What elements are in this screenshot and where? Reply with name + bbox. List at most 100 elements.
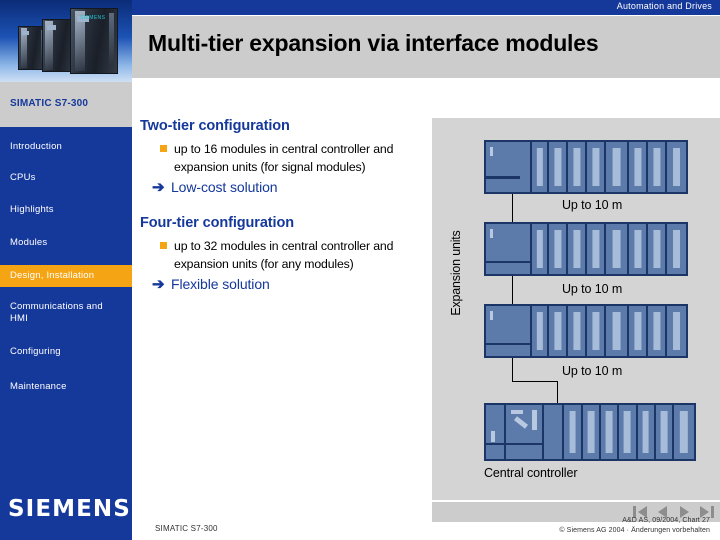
signal-module [648,306,667,356]
module-divider [486,176,521,179]
sidebar-item-communications-and-hmi[interactable]: Communications and HMI [0,301,112,325]
signal-module [587,224,606,274]
rack-central-controller [484,403,696,461]
arrow-right-icon: ➔ [152,179,165,196]
conclusion-text: Flexible solution [171,276,270,292]
conclusion-text: Low-cost solution [171,179,278,195]
signal-module [564,405,583,459]
plc-image-1: SIEMENS [70,8,118,74]
signal-module [532,142,549,192]
signal-module [655,405,675,459]
distance-label-3: Up to 10 m [562,364,623,378]
footer-copyright: © Siemens AG 2004 · Änderungen vorbehalt… [559,527,710,534]
cpu-slot-icon [532,410,538,430]
interface-module [544,405,565,459]
cpu-marking-icon [511,410,524,414]
bullet-text: up to 16 modules in central controller a… [174,142,394,174]
signal-module [674,405,694,459]
footer-reference: A&D AS, 09/2004, Chart 27 [622,517,710,524]
rack-connector-2 [512,276,513,304]
section-four-tier: Four-tier configuration up to 32 modules… [140,215,430,293]
sidebar-item-cpus[interactable]: CPUs [0,172,132,184]
cc-connector-vertical-b [557,381,558,403]
module-divider [506,443,543,445]
signal-module [667,224,686,274]
signal-module [532,306,549,356]
rack-expansion-unit-2 [484,222,688,276]
status-led-icon [491,431,495,442]
photo-brand-text: SIEMENS [80,15,106,21]
rack-expansion-unit-3 [484,304,688,358]
signal-module [568,224,587,274]
cpu-module [506,405,545,459]
sidebar: SIMATIC S7-300 Introduction CPUs Highlig… [0,82,132,540]
bullet-item: up to 32 modules in central controller a… [140,237,430,273]
signal-module [629,306,648,356]
bullet-item: up to 16 modules in central controller a… [140,140,430,176]
signal-module [637,405,656,459]
signal-module [587,306,606,356]
bullet-text: up to 32 modules in central controller a… [174,239,394,271]
page-title: Multi-tier expansion via interface modul… [148,30,599,56]
footer-product-label: SIMATIC S7-300 [155,524,218,533]
sidebar-item-configuring[interactable]: Configuring [0,346,132,358]
module-divider [486,261,530,263]
signal-module [667,142,686,192]
square-bullet-icon [160,242,167,249]
content-column: Two-tier configuration up to 16 modules … [140,118,430,293]
signal-module [606,306,629,356]
sidebar-item-design-installation[interactable]: Design, Installation [0,265,132,287]
signal-module [629,142,648,192]
rack-connector-1 [512,194,513,222]
section-heading: Two-tier configuration [140,118,290,134]
signal-module [549,142,568,192]
module-divider [486,443,505,445]
sidebar-item-maintenance[interactable]: Maintenance [0,381,132,393]
interface-module [486,306,532,356]
sidebar-product-label: SIMATIC S7-300 [10,98,89,109]
status-led-icon [490,147,493,156]
sidebar-item-modules[interactable]: Modules [0,237,132,249]
sidebar-nav-list: Introduction CPUs Highlights Modules Des… [0,127,132,540]
signal-module [568,142,587,192]
signal-module [600,405,620,459]
signal-module [532,224,549,274]
signal-module [606,142,629,192]
signal-module [629,224,648,274]
signal-module [549,306,568,356]
arrow-right-icon: ➔ [152,276,165,293]
sidebar-item-introduction[interactable]: Introduction [0,141,132,153]
product-photo: SIEMENS [0,0,132,82]
central-controller-label: Central controller [484,466,578,480]
signal-module [667,306,686,356]
signal-module [648,224,667,274]
interface-module [486,142,532,192]
cc-connector-horizontal [512,381,557,382]
conclusion-row: ➔ Low-cost solution [140,179,430,196]
square-bullet-icon [160,145,167,152]
conclusion-row: ➔ Flexible solution [140,276,430,293]
distance-label-2: Up to 10 m [562,282,623,296]
signal-module [619,405,638,459]
cc-connector-vertical-a [512,358,513,381]
signal-module [549,224,568,274]
signal-module [606,224,629,274]
signal-module [582,405,601,459]
module-divider [486,343,530,345]
signal-module [568,306,587,356]
siemens-logo: SIEMENS [8,496,131,522]
signal-module [587,142,606,192]
interface-module [486,224,532,274]
sidebar-item-highlights[interactable]: Highlights [0,204,132,216]
sidebar-product-header: SIMATIC S7-300 [0,82,132,127]
section-two-tier: Two-tier configuration up to 16 modules … [140,118,430,196]
expansion-units-label: Expansion units [449,230,463,316]
section-heading: Four-tier configuration [140,215,294,231]
distance-label-1: Up to 10 m [562,198,623,212]
title-bar: Multi-tier expansion via interface modul… [132,16,720,78]
rack-expansion-unit-1 [484,140,688,194]
signal-module [648,142,667,192]
slide-root: Automation and Drives SIEMENS Multi-tier… [0,0,720,540]
expansion-diagram: Expansion units Up to 10 m Up to 10 m Up… [432,118,720,500]
top-banner: Automation and Drives [130,0,720,15]
